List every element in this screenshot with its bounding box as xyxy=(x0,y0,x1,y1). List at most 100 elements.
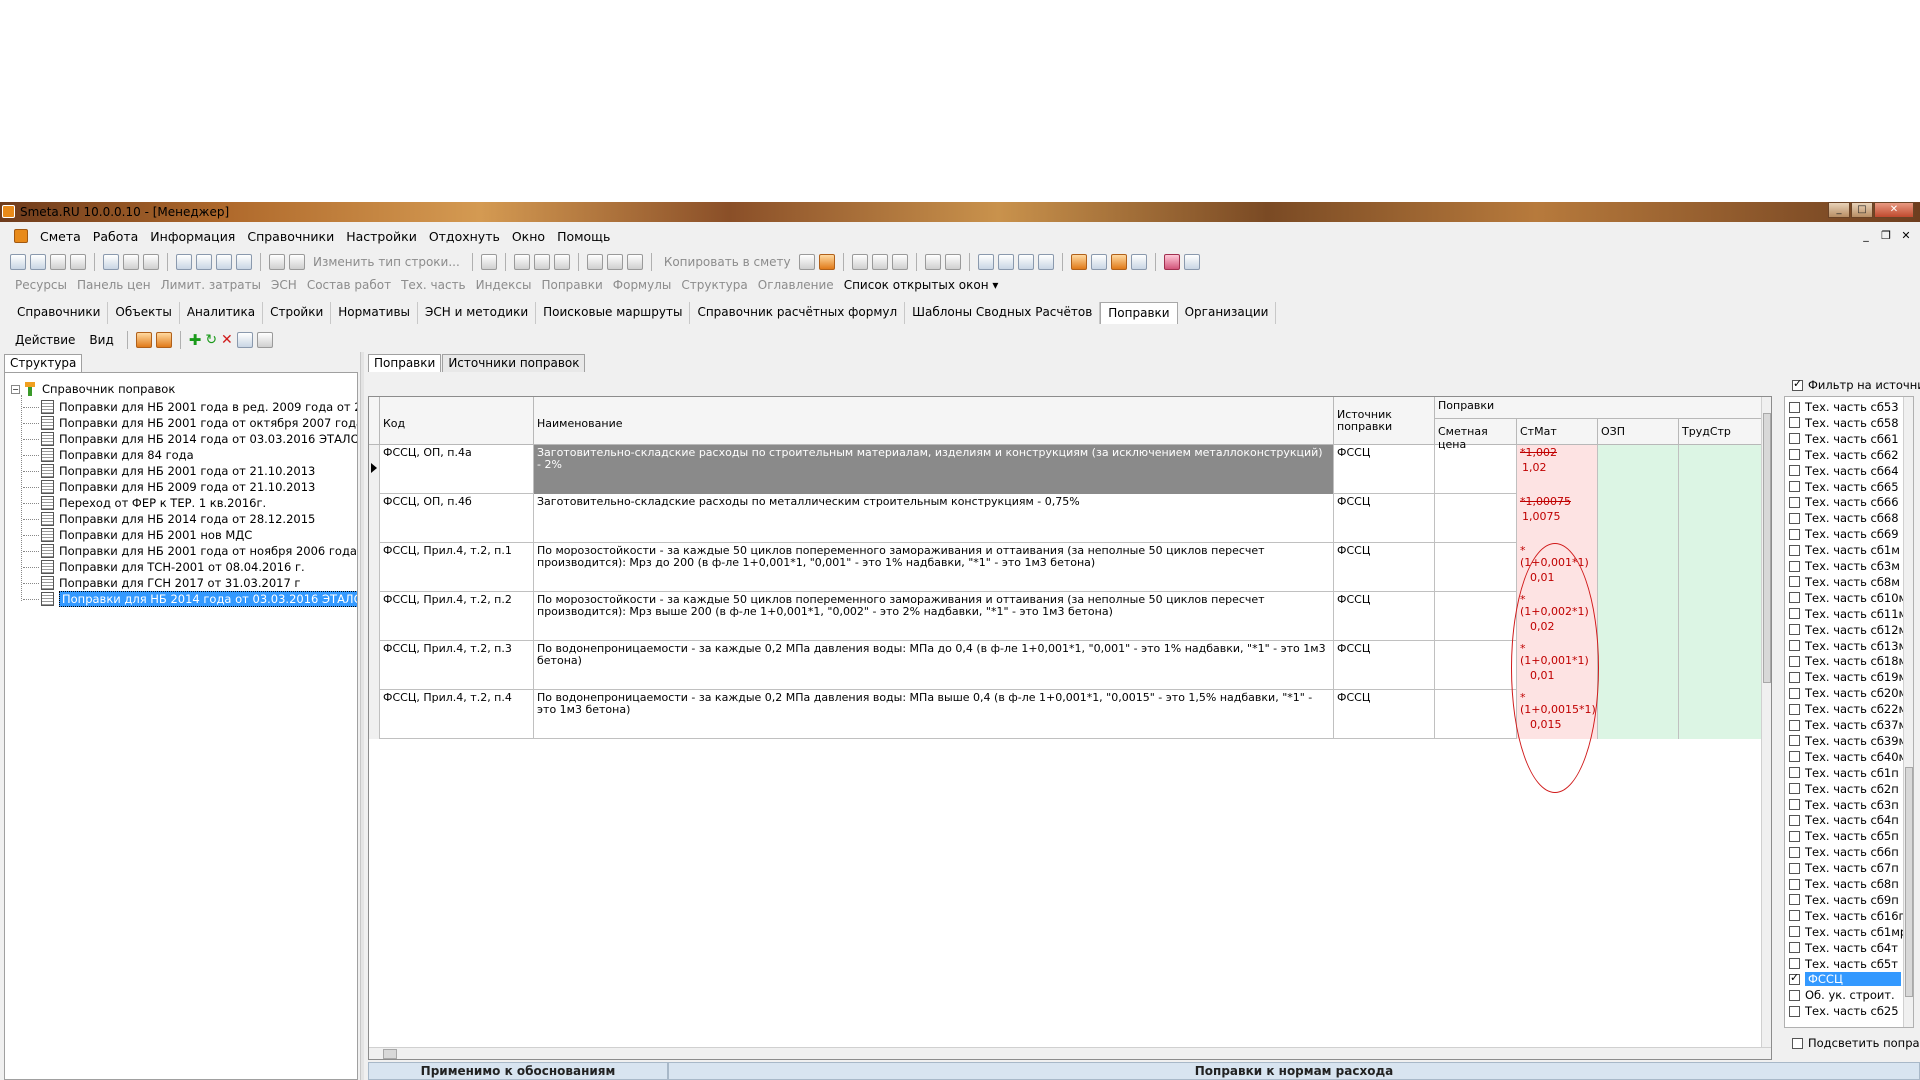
cell-trud[interactable] xyxy=(1679,641,1762,690)
menu-references[interactable]: Справочники xyxy=(241,229,340,244)
checkbox-icon[interactable] xyxy=(1789,417,1800,429)
source-filter-item[interactable]: Тех. часть сб8п xyxy=(1789,876,1899,892)
checkbox-icon[interactable] xyxy=(1789,465,1800,477)
checkbox-icon[interactable] xyxy=(1789,910,1800,922)
cell-price[interactable] xyxy=(1435,690,1517,739)
cell-code[interactable]: ФССЦ, Прил.4, т.2, п.3 xyxy=(380,641,534,690)
tab-analytics[interactable]: Аналитика xyxy=(180,302,264,324)
checkbox-icon[interactable] xyxy=(1789,449,1800,461)
checkbox-icon[interactable] xyxy=(1789,735,1800,747)
truck-icon[interactable] xyxy=(269,254,285,270)
checkbox-icon[interactable] xyxy=(1789,592,1800,604)
menu-relax[interactable]: Отдохнуть xyxy=(423,229,506,244)
link-corrections[interactable]: Поправки xyxy=(536,278,607,292)
source-filter-item[interactable]: Тех. часть сб6п xyxy=(1789,844,1899,860)
source-filter-item[interactable]: Тех. часть сб9п xyxy=(1789,892,1899,908)
column-header-code[interactable]: Код xyxy=(380,397,534,445)
cell-price[interactable] xyxy=(1435,543,1517,592)
structure-tab[interactable]: Структура xyxy=(4,354,83,372)
source-filter-item[interactable]: Тех. часть сб12м xyxy=(1789,622,1907,638)
checkbox-icon[interactable] xyxy=(1789,624,1800,636)
checkbox-icon[interactable] xyxy=(1789,894,1800,906)
checkbox-icon[interactable] xyxy=(1789,830,1800,842)
expand-icon[interactable] xyxy=(944,254,961,270)
scrollbar-thumb[interactable] xyxy=(383,1049,397,1059)
cell-stmat[interactable]: *(1+0,001*1) 0,01 xyxy=(1517,543,1598,592)
source-filter-item[interactable]: Об. ук. строит. xyxy=(1789,987,1895,1003)
cell-price[interactable] xyxy=(1435,494,1517,543)
source-filter-item[interactable]: Тех. часть сб22м xyxy=(1789,701,1907,717)
column-header-source[interactable]: Источник поправки xyxy=(1334,397,1435,445)
helmet-icon[interactable] xyxy=(1110,254,1127,270)
checkbox-icon[interactable] xyxy=(1789,481,1800,492)
cell-code[interactable]: ФССЦ, ОП, п.4б xyxy=(380,494,534,543)
tab-formula-reference[interactable]: Справочник расчётных формул xyxy=(690,302,906,324)
checkbox-icon[interactable] xyxy=(1789,767,1800,779)
paste-icon[interactable] xyxy=(256,332,273,348)
cell-price[interactable] xyxy=(1435,641,1517,690)
cell-trud[interactable] xyxy=(1679,445,1762,494)
cell-stmat[interactable]: *(1+0,001*1) 0,01 xyxy=(1517,641,1598,690)
source-list-scrollbar[interactable] xyxy=(1903,397,1913,1027)
minimize-button[interactable]: _ xyxy=(1828,202,1850,218)
menu-info[interactable]: Информация xyxy=(144,229,241,244)
source-filter-item[interactable]: Тех. часть сб40м xyxy=(1789,749,1907,765)
source-filter-item[interactable]: Тех. часть сб53 xyxy=(1789,399,1899,415)
clipboard-icon[interactable] xyxy=(818,254,835,270)
price-icon[interactable] xyxy=(871,254,888,270)
cell-code[interactable]: ФССЦ, Прил.4, т.2, п.1 xyxy=(380,543,534,592)
link-price-panel[interactable]: Панель цен xyxy=(72,278,156,292)
link-indexes[interactable]: Индексы xyxy=(471,278,537,292)
source-filter-checkbox[interactable]: Фильтр на источник xyxy=(1792,377,1920,392)
source-filter-item[interactable]: Тех. часть сб39м xyxy=(1789,733,1907,749)
cell-code[interactable]: ФССЦ, Прил.4, т.2, п.4 xyxy=(380,690,534,739)
copy-icon[interactable] xyxy=(236,332,253,348)
source-filter-item[interactable]: Тех. часть сб61 xyxy=(1789,431,1899,447)
tree-item[interactable]: Поправки для ГСН 2017 от 31.03.2017 г xyxy=(22,575,300,591)
checkbox-icon[interactable] xyxy=(1789,878,1800,890)
menu-smeta[interactable]: Смета xyxy=(34,229,87,244)
cell-source[interactable]: ФССЦ xyxy=(1334,494,1435,543)
cell-code[interactable]: ФССЦ, Прил.4, т.2, п.2 xyxy=(380,592,534,641)
cell-trud[interactable] xyxy=(1679,494,1762,543)
cell-ozp[interactable] xyxy=(1598,543,1679,592)
cell-ozp[interactable] xyxy=(1598,690,1679,739)
link-esn[interactable]: ЭСН xyxy=(266,278,302,292)
cell-trud[interactable] xyxy=(1679,543,1762,592)
source-filter-item[interactable]: Тех. часть сб65 xyxy=(1789,479,1899,495)
cell-ozp[interactable] xyxy=(1598,592,1679,641)
checkbox-icon[interactable] xyxy=(1789,926,1800,938)
checkbox-icon[interactable] xyxy=(1789,862,1800,874)
tree-item[interactable]: Переход от ФЕР к ТЕР. 1 кв.2016г. xyxy=(22,495,266,511)
maximize-button[interactable]: □ xyxy=(1851,202,1873,218)
move-icon[interactable] xyxy=(513,254,530,270)
table-row[interactable]: ФССЦ, Прил.4, т.2, п.3 По водонепроницае… xyxy=(369,641,1763,690)
sort-icon[interactable] xyxy=(553,254,570,270)
cell-name[interactable]: Заготовительно-складские расходы по стро… xyxy=(534,445,1334,494)
source-filter-item[interactable]: Тех. часть сб16п xyxy=(1789,908,1906,924)
tab-corrections-list[interactable]: Поправки xyxy=(368,354,442,372)
cell-name[interactable]: По водонепроницаемости - за каждые 0,2 М… xyxy=(534,690,1334,739)
link-icon[interactable] xyxy=(176,254,192,270)
action-menu[interactable]: Действие xyxy=(10,333,80,347)
checkbox-icon[interactable] xyxy=(1789,512,1800,524)
checkbox-icon[interactable] xyxy=(1789,799,1800,810)
cell-stmat[interactable]: *1,00075 1,0075 xyxy=(1517,494,1598,543)
tab-references[interactable]: Справочники xyxy=(10,302,109,324)
column-header-price[interactable]: Сметная цена xyxy=(1435,419,1517,451)
close-button[interactable]: ✕ xyxy=(1874,202,1914,218)
menu-settings[interactable]: Настройки xyxy=(340,229,423,244)
source-filter-item[interactable]: Тех. часть сб20м xyxy=(1789,685,1907,701)
checkbox-icon[interactable] xyxy=(1792,1037,1803,1049)
books-icon[interactable] xyxy=(1183,254,1200,270)
book-icon[interactable] xyxy=(1163,254,1180,270)
column-header-stmat[interactable]: СтМат xyxy=(1517,419,1598,445)
tree-icon[interactable] xyxy=(10,254,26,270)
level-down-icon[interactable] xyxy=(1017,254,1034,270)
mdi-restore-button[interactable]: ❐ xyxy=(1878,229,1894,243)
checkbox-icon[interactable] xyxy=(1789,671,1800,683)
checkbox-icon[interactable] xyxy=(1789,751,1800,763)
source-filter-item[interactable]: Тех. часть сб66 xyxy=(1789,494,1899,510)
grid-horizontal-scrollbar[interactable] xyxy=(369,1047,1771,1059)
search-icon[interactable] xyxy=(70,254,86,270)
